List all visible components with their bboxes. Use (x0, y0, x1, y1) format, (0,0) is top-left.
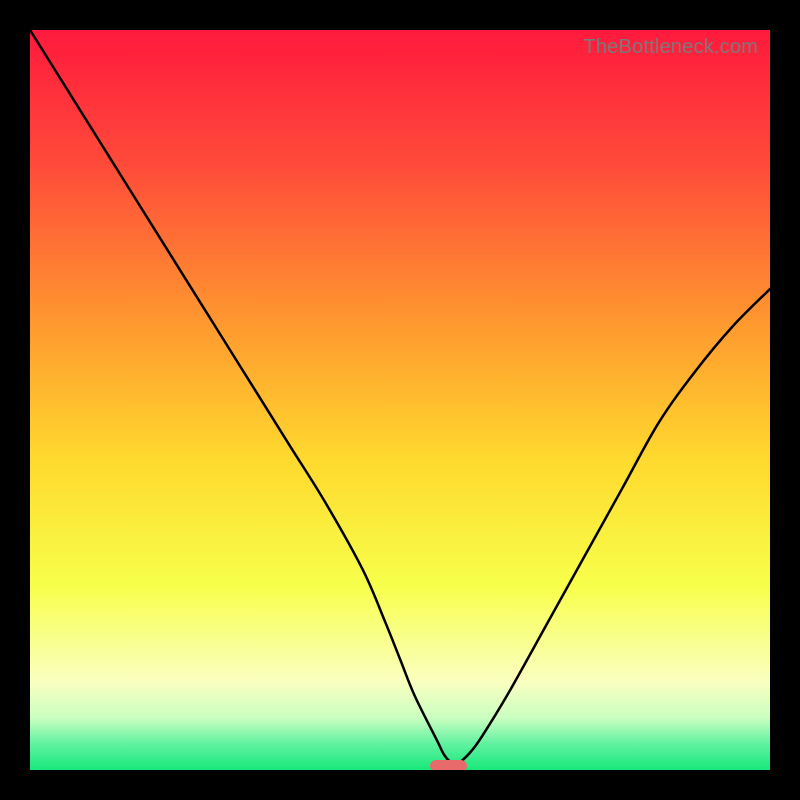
chart-svg (30, 30, 770, 770)
watermark-text: TheBottleneck.com (583, 36, 758, 59)
gradient-background (30, 30, 770, 770)
optimal-marker (430, 760, 467, 770)
bottleneck-curve (30, 30, 770, 764)
plot-area: TheBottleneck.com (30, 30, 770, 770)
chart-frame: TheBottleneck.com (0, 0, 800, 800)
